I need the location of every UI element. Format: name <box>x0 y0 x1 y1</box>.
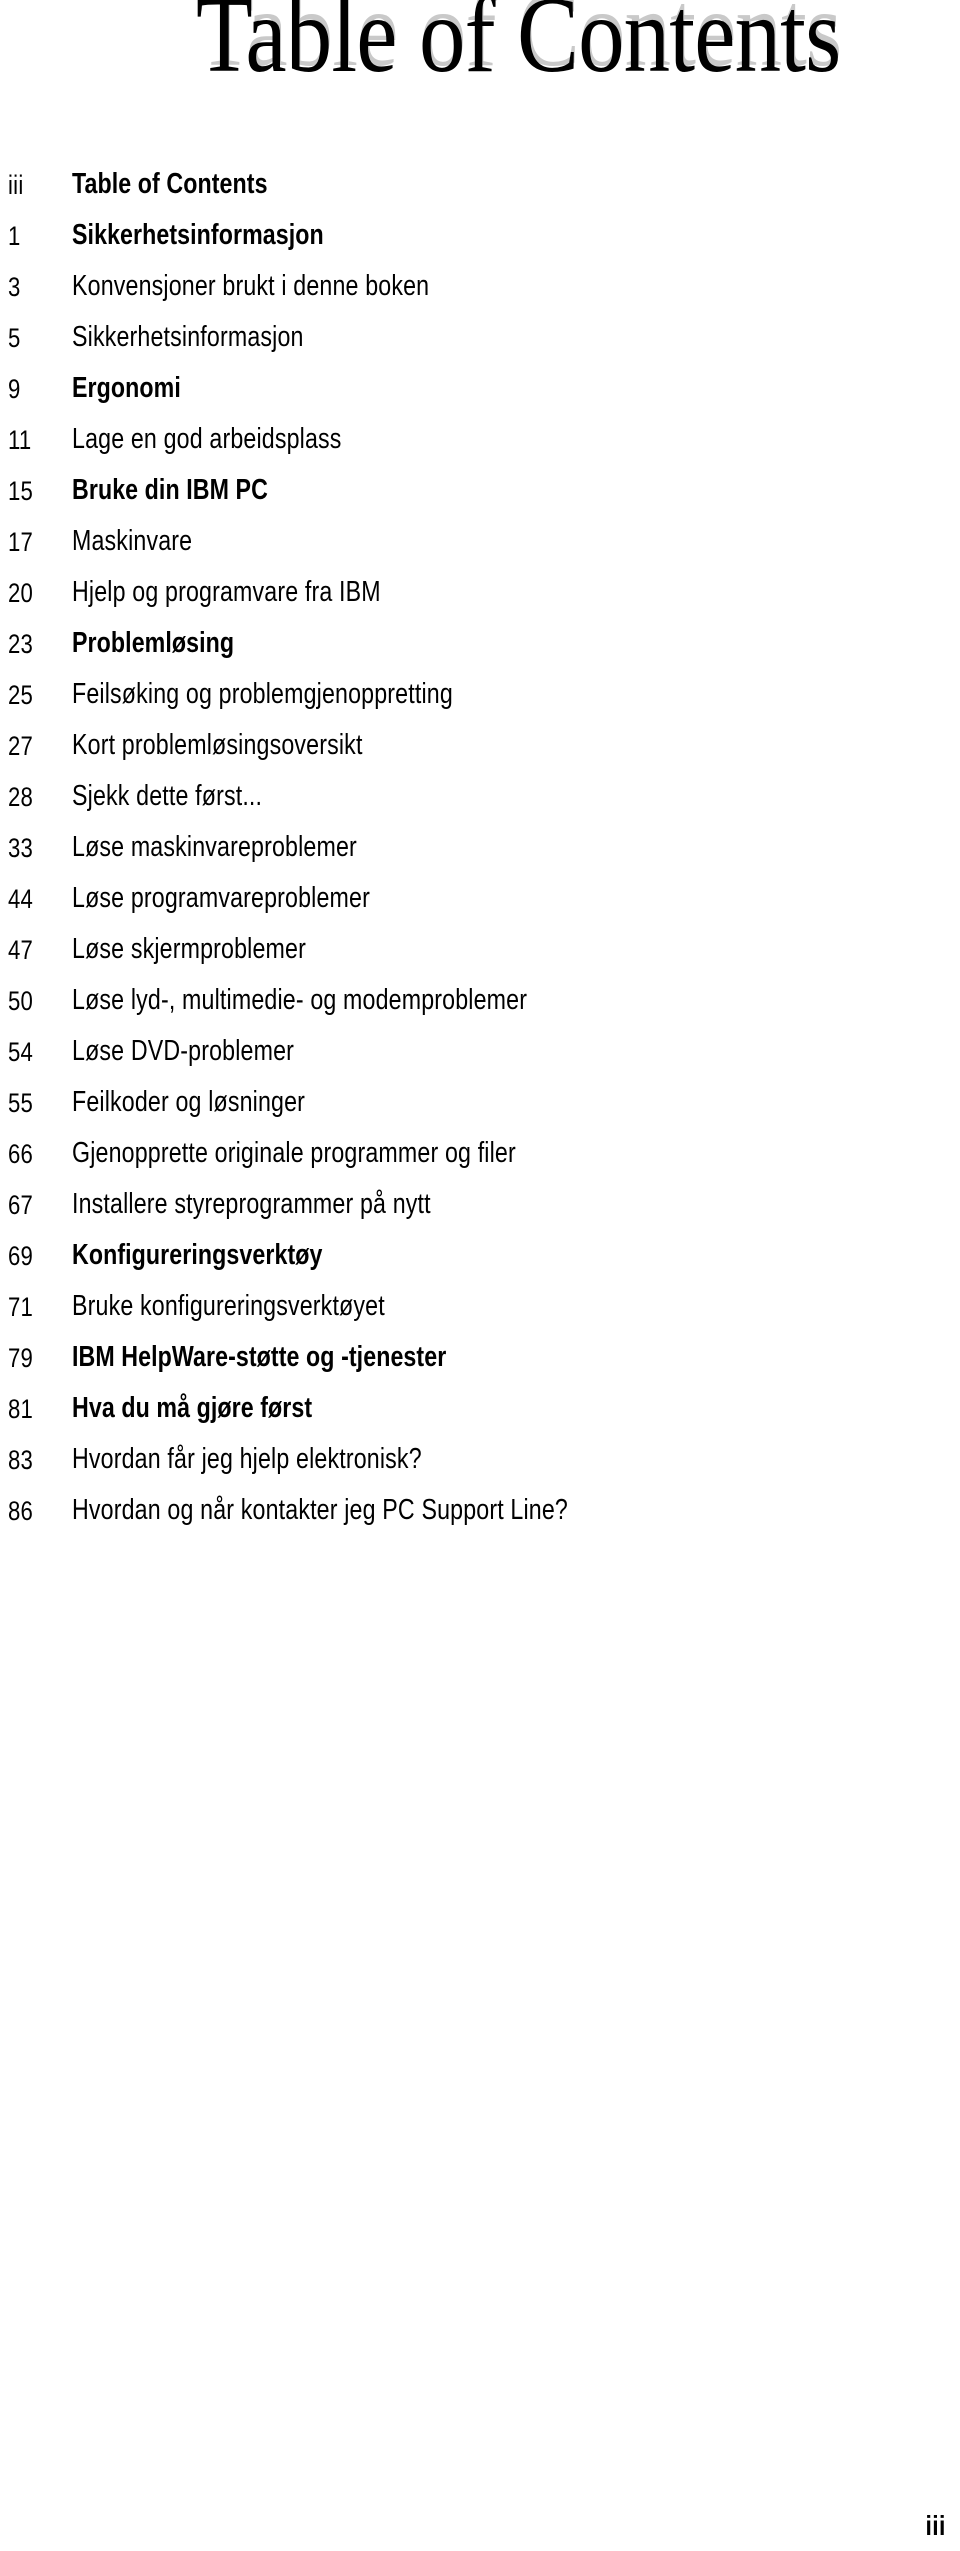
toc-entry[interactable]: 23 Problemløsing <box>0 627 960 678</box>
toc-entry-page-number: 33 <box>8 833 34 863</box>
toc-entry[interactable]: 25 Feilsøking og problemgjenoppretting <box>0 678 960 729</box>
toc-entry-label: Gjenopprette originale programmer og fil… <box>72 1137 516 1169</box>
toc-entry-page-number: 44 <box>8 884 34 914</box>
toc-entry-page-number: 67 <box>8 1190 34 1220</box>
toc-entry[interactable]: 33 Løse maskinvareproblemer <box>0 831 960 882</box>
toc-entry[interactable]: iii Table of Contents <box>0 168 960 219</box>
toc-entry-page-number: 71 <box>8 1292 34 1322</box>
toc-entry[interactable]: 69 Konfigureringsverktøy <box>0 1239 960 1290</box>
toc-entry-page-number: 66 <box>8 1139 34 1169</box>
toc-entry-label: Hvordan og når kontakter jeg PC Support … <box>72 1494 568 1526</box>
toc-entry-label: Bruke konfigureringsverktøyet <box>72 1290 385 1322</box>
toc-entry[interactable]: 27 Kort problemløsingsoversikt <box>0 729 960 780</box>
toc-entry-label: Konfigureringsverktøy <box>72 1239 323 1271</box>
toc-entry-page-number: 3 <box>8 272 21 302</box>
toc-entry-label: IBM HelpWare-støtte og -tjenester <box>72 1341 447 1373</box>
toc-entry-label: Installere styreprogrammer på nytt <box>72 1188 431 1220</box>
toc-entry-label: Sikkerhetsinformasjon <box>72 321 304 353</box>
toc-entry[interactable]: 66 Gjenopprette originale programmer og f… <box>0 1137 960 1188</box>
toc-entry[interactable]: 55 Feilkoder og løsninger <box>0 1086 960 1137</box>
toc-entry-page-number: 5 <box>8 323 21 353</box>
toc-entry-page-number: 11 <box>8 425 32 455</box>
toc-entry[interactable]: 47 Løse skjermproblemer <box>0 933 960 984</box>
toc-entry-page-number: 9 <box>8 374 21 404</box>
toc-entry-label: Løse lyd-, multimedie- og modemproblemer <box>72 984 528 1016</box>
toc-entry-page-number: 23 <box>8 629 34 659</box>
toc-entry-page-number: 50 <box>8 986 34 1016</box>
toc-entry[interactable]: 1 Sikkerhetsinformasjon <box>0 219 960 270</box>
toc-entry-page-number: 25 <box>8 680 34 710</box>
toc-entry[interactable]: 50 Løse lyd-, multimedie- og modemproblem… <box>0 984 960 1035</box>
toc-entry[interactable]: 15 Bruke din IBM PC <box>0 474 960 525</box>
toc-entry-label: Bruke din IBM PC <box>72 474 268 506</box>
toc-entry[interactable]: 81 Hva du må gjøre først <box>0 1392 960 1443</box>
toc-entry-page-number: 20 <box>8 578 34 608</box>
toc-entry-page-number: 69 <box>8 1241 34 1271</box>
toc-entry-label: Konvensjoner brukt i denne boken <box>72 270 430 302</box>
page-title: Table of Contents <box>196 0 841 95</box>
table-of-contents-list: iii Table of Contents 1 Sikkerhetsinformasj… <box>0 168 960 1545</box>
toc-entry-label: Hvordan får jeg hjelp elektronisk? <box>72 1443 422 1475</box>
toc-entry-page-number: 79 <box>8 1343 34 1373</box>
toc-entry-label: Feilsøking og problemgjenoppretting <box>72 678 453 710</box>
toc-entry-label: Løse programvareproblemer <box>72 882 370 914</box>
toc-entry-label: Table of Contents <box>72 168 268 200</box>
toc-entry[interactable]: 67 Installere styreprogrammer på nytt <box>0 1188 960 1239</box>
toc-entry-label: Ergonomi <box>72 372 181 404</box>
toc-entry[interactable]: 20 Hjelp og programvare fra IBM <box>0 576 960 627</box>
toc-entry-label: Sikkerhetsinformasjon <box>72 219 324 251</box>
toc-entry-page-number: 15 <box>8 476 34 506</box>
toc-entry-label: Løse DVD-problemer <box>72 1035 295 1067</box>
toc-entry-page-number: 28 <box>8 782 34 812</box>
toc-entry-page-number: 47 <box>8 935 34 965</box>
toc-entry-page-number: 1 <box>8 221 21 251</box>
toc-entry[interactable]: 44 Løse programvareproblemer <box>0 882 960 933</box>
toc-entry[interactable]: 3 Konvensjoner brukt i denne boken <box>0 270 960 321</box>
toc-entry-page-number: 27 <box>8 731 34 761</box>
footer-page-number: iii <box>925 2510 946 2541</box>
toc-entry[interactable]: 83 Hvordan får jeg hjelp elektronisk? <box>0 1443 960 1494</box>
toc-entry-label: Kort problemløsingsoversikt <box>72 729 363 761</box>
toc-entry-page-number: 81 <box>8 1394 34 1424</box>
toc-entry[interactable]: 28 Sjekk dette først... <box>0 780 960 831</box>
toc-entry-label: Sjekk dette først... <box>72 780 263 812</box>
toc-entry[interactable]: 79 IBM HelpWare-støtte og -tjenester <box>0 1341 960 1392</box>
toc-entry[interactable]: 17 Maskinvare <box>0 525 960 576</box>
toc-entry-label: Maskinvare <box>72 525 193 557</box>
toc-entry-label: Lage en god arbeidsplass <box>72 423 342 455</box>
toc-entry-page-number: 86 <box>8 1496 34 1526</box>
toc-entry-label: Problemløsing <box>72 627 235 659</box>
toc-entry[interactable]: 71 Bruke konfigureringsverktøyet <box>0 1290 960 1341</box>
toc-entry-page-number: iii <box>8 170 24 200</box>
toc-entry-page-number: 83 <box>8 1445 34 1475</box>
toc-entry-label: Løse maskinvareproblemer <box>72 831 357 863</box>
toc-entry-label: Feilkoder og løsninger <box>72 1086 306 1118</box>
toc-entry-label: Hva du må gjøre først <box>72 1392 313 1424</box>
toc-entry[interactable]: 9 Ergonomi <box>0 372 960 423</box>
toc-entry-label: Hjelp og programvare fra IBM <box>72 576 381 608</box>
toc-entry-page-number: 55 <box>8 1088 34 1118</box>
toc-entry[interactable]: 11 Lage en god arbeidsplass <box>0 423 960 474</box>
toc-entry-label: Løse skjermproblemer <box>72 933 306 965</box>
toc-entry[interactable]: 5 Sikkerhetsinformasjon <box>0 321 960 372</box>
toc-entry-page-number: 54 <box>8 1037 34 1067</box>
page-title-area: Table of Contents Table of Contents <box>0 0 960 150</box>
toc-entry[interactable]: 54 Løse DVD-problemer <box>0 1035 960 1086</box>
toc-entry[interactable]: 86 Hvordan og når kontakter jeg PC Suppor… <box>0 1494 960 1545</box>
toc-entry-page-number: 17 <box>8 527 34 557</box>
